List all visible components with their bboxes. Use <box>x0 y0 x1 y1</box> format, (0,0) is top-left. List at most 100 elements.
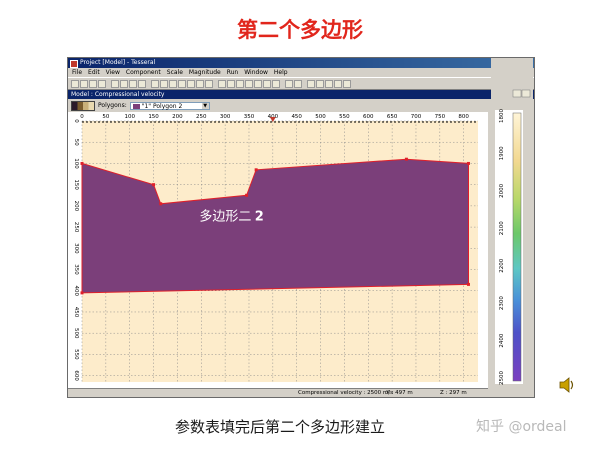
velocity-colorbar <box>512 112 522 382</box>
window-titlebar: Project [Model] - Tesseral _ □ × <box>68 58 534 68</box>
y-tick-label: 0 <box>73 119 79 123</box>
menubar: File Edit View Component Scale Magnitude… <box>68 68 534 77</box>
x-tick-label: 100 <box>124 114 135 120</box>
x-tick-label: 350 <box>244 114 255 120</box>
y-tick-label: 400 <box>73 286 79 297</box>
save-icon[interactable] <box>89 79 97 88</box>
polygon-number: 2 <box>255 209 264 224</box>
y-tick-label: 100 <box>73 158 79 169</box>
colorbar-label: 2500 <box>499 371 505 385</box>
chevron-down-icon[interactable]: ▼ <box>201 102 209 109</box>
y-tick-label: 600 <box>73 370 79 381</box>
polygon-select-value: "1" Polygon 2 <box>141 102 183 110</box>
palette-icon[interactable] <box>245 79 253 88</box>
polygon-vertex-handle[interactable] <box>254 168 258 172</box>
polygon-color-chip <box>132 103 140 109</box>
y-tick-label: 250 <box>73 222 79 233</box>
colorbar-label: 1800 <box>499 109 505 123</box>
open-icon[interactable] <box>80 79 88 88</box>
y-tick-label: 200 <box>73 201 79 212</box>
y-tick-label: 300 <box>73 243 79 254</box>
pointer-icon[interactable] <box>111 79 119 88</box>
settings-icon[interactable] <box>334 79 342 88</box>
wave-icon[interactable] <box>263 79 271 88</box>
x-tick-label: 200 <box>172 114 183 120</box>
layer-icon[interactable] <box>138 79 146 88</box>
polygon-tool-icon[interactable] <box>120 79 128 88</box>
zoom-area-icon[interactable] <box>205 79 213 88</box>
table-icon[interactable] <box>236 79 244 88</box>
polygon-vertex-handle[interactable] <box>80 291 84 295</box>
stop-icon[interactable] <box>316 79 324 88</box>
cross-icon[interactable] <box>218 79 226 88</box>
run-icon[interactable] <box>307 79 315 88</box>
statusbar: Compressional velocity : 2500 m/s X : 49… <box>68 388 488 397</box>
colorbar-label: 1900 <box>499 146 505 160</box>
help-icon[interactable] <box>343 79 351 88</box>
zoom-in-icon[interactable] <box>178 79 186 88</box>
redo-icon[interactable] <box>294 79 302 88</box>
print-icon[interactable] <box>98 79 106 88</box>
model-canvas[interactable]: 0 50 100 150 200 250 300 350 400 450 500 550 600 650 7… <box>68 112 488 388</box>
x-tick-label: 50 <box>102 114 109 120</box>
model-panel-titlebar: Model : Compressional velocity <box>68 90 534 99</box>
y-tick-label: 450 <box>73 307 79 318</box>
app-icon <box>70 60 78 68</box>
x-tick-label: 450 <box>291 114 302 120</box>
menu-edit[interactable]: Edit <box>88 68 100 77</box>
menu-run[interactable]: Run <box>227 68 239 77</box>
pen-icon[interactable] <box>151 79 159 88</box>
color-swatch-strip[interactable] <box>71 100 95 111</box>
x-tick-label: 550 <box>339 114 350 120</box>
colorbar-label: 2300 <box>499 296 505 310</box>
x-tick-label: 650 <box>387 114 398 120</box>
menu-component[interactable]: Component <box>126 68 161 77</box>
fill-icon[interactable] <box>227 79 235 88</box>
layers-icon[interactable] <box>272 79 280 88</box>
polygon-vertex-handle[interactable] <box>152 183 156 187</box>
status-x: X : 497 m <box>386 390 413 396</box>
menu-help[interactable]: Help <box>274 68 288 77</box>
zoom-fit-icon[interactable] <box>196 79 204 88</box>
wavefront-icon[interactable] <box>325 79 333 88</box>
x-tick-label: 600 <box>363 114 374 120</box>
polygon-vertex-handle[interactable] <box>404 157 408 161</box>
new-file-icon[interactable] <box>71 79 79 88</box>
polygon-vertex-handle[interactable] <box>159 202 163 206</box>
x-tick-label: 700 <box>411 114 422 120</box>
colorbar-label: 2400 <box>499 333 505 347</box>
polygon-select[interactable]: "1" Polygon 2 ▼ <box>129 101 210 110</box>
undo-icon[interactable] <box>285 79 293 88</box>
polygon-vertex-handle[interactable] <box>80 161 84 165</box>
polygon-vertex-handle[interactable] <box>245 193 249 197</box>
copy-icon[interactable] <box>169 79 177 88</box>
colorbar-label: 2000 <box>499 183 505 197</box>
watermark: 知乎 @ordeal <box>476 419 567 435</box>
menu-window[interactable]: Window <box>244 68 268 77</box>
speaker-icon[interactable] <box>558 376 578 394</box>
zoom-out-icon[interactable] <box>187 79 195 88</box>
menu-file[interactable]: File <box>72 68 82 77</box>
polygons-label: Polygons: <box>98 102 127 109</box>
status-z: Z : 297 m <box>440 390 467 396</box>
grid-icon[interactable] <box>129 79 137 88</box>
y-tick-label: 350 <box>73 264 79 275</box>
y-tick-label: 500 <box>73 328 79 339</box>
bar-chart-icon[interactable] <box>254 79 262 88</box>
status-velocity: Compressional velocity : 2500 m/s <box>298 390 394 396</box>
rect-icon[interactable] <box>160 79 168 88</box>
menu-magnitude[interactable]: Magnitude <box>189 68 221 77</box>
x-tick-label: 300 <box>220 114 231 120</box>
colorbar-label: 2100 <box>499 221 505 235</box>
panel-close-icon[interactable] <box>521 89 531 98</box>
window-title: Project [Model] - Tesseral <box>80 59 156 66</box>
menu-view[interactable]: View <box>106 68 120 77</box>
y-tick-label: 550 <box>73 349 79 360</box>
toolbar <box>68 77 534 90</box>
menu-scale[interactable]: Scale <box>167 68 183 77</box>
x-tick-label: 150 <box>148 114 159 120</box>
model-panel-title: Model : Compressional velocity <box>71 91 165 98</box>
colorbar-label: 2200 <box>499 258 505 272</box>
x-tick-label: 0 <box>80 114 84 120</box>
panel-restore-icon[interactable] <box>512 89 522 98</box>
